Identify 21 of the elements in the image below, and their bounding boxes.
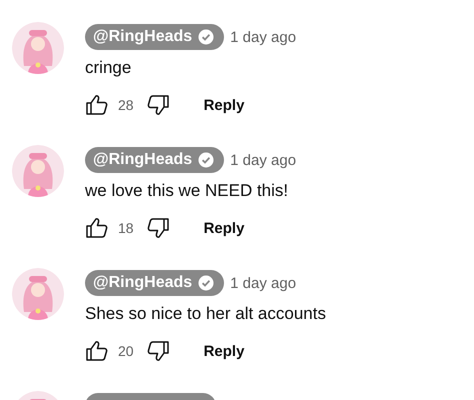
channel-handle-badge[interactable]: @RingHeads <box>85 270 224 296</box>
like-count: 20 <box>118 343 134 359</box>
reply-button[interactable]: Reply <box>202 340 246 362</box>
thumbs-down-icon[interactable] <box>146 93 170 117</box>
like-count: 28 <box>118 97 134 113</box>
thumbs-up-icon[interactable] <box>85 216 109 240</box>
thumbs-up-icon[interactable] <box>85 93 109 117</box>
channel-handle-badge[interactable]: @RingHeads <box>85 24 224 50</box>
like-count: 18 <box>118 220 134 236</box>
comment-text: Shes so nice to her alt accounts <box>85 303 326 325</box>
reply-button[interactable]: Reply <box>202 218 246 238</box>
channel-handle-badge[interactable]: @RingHeads <box>85 147 224 173</box>
comment-text: cringe <box>85 57 132 79</box>
thumbs-up-icon[interactable] <box>85 339 109 363</box>
comment-time: 1 day ago <box>230 152 296 168</box>
thumbs-down-icon[interactable] <box>146 216 170 240</box>
thumbs-down-icon[interactable] <box>146 339 170 363</box>
comment-text: we love this we NEED this! <box>85 180 290 202</box>
reply-button[interactable]: Reply <box>202 94 246 116</box>
comment-time: 1 day ago <box>230 274 296 292</box>
comment-time: 1 day ago <box>230 28 296 46</box>
